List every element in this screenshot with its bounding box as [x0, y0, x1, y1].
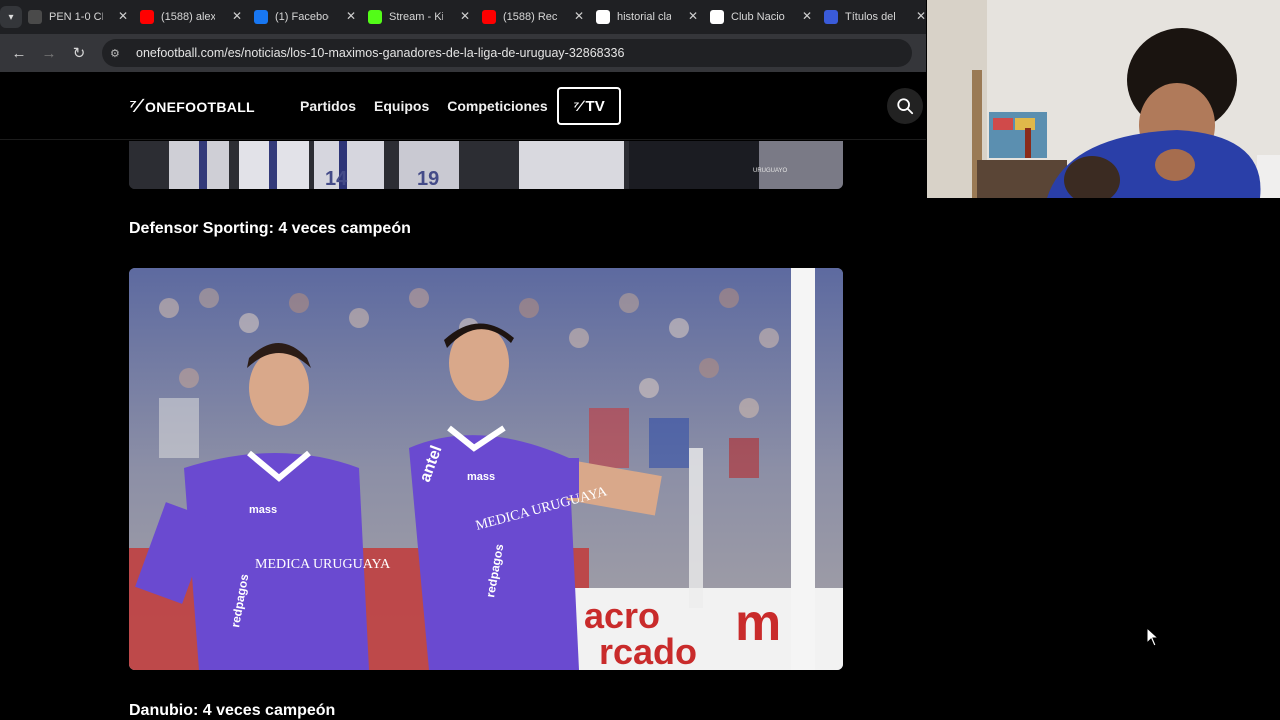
browser-tab-title: Stream - Ki [389, 11, 443, 23]
browser-tab[interactable]: Títulos del ✕ [818, 0, 932, 34]
browser-tab-title: Club Nacion [731, 11, 785, 23]
ad-board-logo: m [735, 594, 781, 652]
tab-strip: ▾ PEN 1-0 CLU✕(1588) alex✕(1) Faceboo✕St… [0, 0, 926, 34]
article-image-defensor: acro rcado m mass MEDICA URUGUAYA redpag… [129, 268, 843, 670]
google-icon [596, 10, 610, 24]
tab-search-button[interactable]: ▾ [0, 0, 22, 34]
webcam-overlay [927, 0, 1280, 198]
back-button[interactable]: ← [4, 34, 34, 72]
club-crest-icon [824, 10, 838, 24]
tv-logo-icon: ⁷∕ [573, 97, 582, 115]
close-tab-icon[interactable]: ✕ [802, 9, 812, 23]
browser-tab-title: (1588) alex [161, 11, 215, 23]
site-icon [28, 10, 42, 24]
section-heading: Danubio: 4 veces campeón [129, 702, 336, 719]
main-nav: Partidos Equipos Competiciones [300, 98, 548, 114]
shirt-sponsor: MEDICA URUGUAYA [255, 557, 391, 572]
browser-tab-title: (1588) Reco [503, 11, 557, 23]
chevron-down-icon: ▾ [0, 6, 22, 28]
shirt-brand: mass [249, 504, 277, 516]
shirt-brand: mass [467, 471, 495, 483]
nav-partidos[interactable]: Partidos [300, 98, 356, 114]
browser-tab-title: Títulos del [845, 11, 896, 23]
arrow-right-icon: → [41, 44, 57, 62]
arrow-left-icon: ← [11, 44, 27, 62]
onefootball-logo[interactable]: ⁷∕ ONEFOOTBALL [129, 97, 255, 116]
logo-mark-icon: ⁷∕ [129, 96, 141, 117]
close-tab-icon[interactable]: ✕ [460, 9, 470, 23]
site-header: ⁷∕ ONEFOOTBALL Partidos Equipos Competic… [0, 72, 926, 140]
browser-tab[interactable]: Club Nacion ✕ [704, 0, 818, 34]
reload-button[interactable]: ↻ [64, 34, 94, 72]
browser-tab[interactable]: PEN 1-0 CLU ✕ [22, 0, 134, 34]
reload-icon: ↻ [72, 45, 86, 62]
site-info-icon[interactable]: ⚙ [110, 47, 128, 60]
nav-competiciones[interactable]: Competiciones [447, 98, 547, 114]
search-icon [897, 98, 914, 115]
previous-article-image: 14 19 URUGUAYO [129, 141, 843, 189]
browser-tab-title: (1) Faceboo [275, 11, 329, 23]
browser-tab[interactable]: historial cla ✕ [590, 0, 704, 34]
kick-icon [368, 10, 382, 24]
close-tab-icon[interactable]: ✕ [232, 9, 242, 23]
nav-equipos[interactable]: Equipos [374, 98, 429, 114]
jersey-number: 19 [417, 168, 439, 189]
close-tab-icon[interactable]: ✕ [118, 9, 128, 23]
browser-tab[interactable]: (1588) Reco ✕ [476, 0, 590, 34]
facebook-icon [254, 10, 268, 24]
close-tab-icon[interactable]: ✕ [574, 9, 584, 23]
league-logo-text: URUGUAYO [753, 168, 788, 174]
close-tab-icon[interactable]: ✕ [346, 9, 356, 23]
wikipedia-icon [710, 10, 724, 24]
browser-tab[interactable]: Stream - Ki ✕ [362, 0, 476, 34]
tv-button[interactable]: ⁷∕ TV [557, 87, 621, 125]
section-heading: Defensor Sporting: 4 veces campeón [129, 220, 411, 237]
address-bar-row: ← → ↻ ⚙ onefootball.com/es/noticias/los-… [0, 34, 926, 72]
mouse-cursor-icon [1146, 627, 1160, 647]
search-button[interactable] [887, 88, 923, 124]
tv-label: TV [585, 97, 605, 115]
url-text: onefootball.com/es/noticias/los-10-maxim… [136, 46, 625, 60]
logo-text: ONEFOOTBALL [145, 98, 255, 115]
browser-tab[interactable]: (1588) alex ✕ [134, 0, 248, 34]
browser-tab-title: historial cla [617, 11, 671, 23]
forward-button[interactable]: → [34, 34, 64, 72]
url-field[interactable]: ⚙ onefootball.com/es/noticias/los-10-max… [102, 39, 912, 67]
ad-board-text: rcado [599, 631, 697, 670]
ad-board-text: acro [584, 595, 660, 636]
browser-tab-title: PEN 1-0 CLU [49, 11, 103, 23]
close-tab-icon[interactable]: ✕ [688, 9, 698, 23]
close-tab-icon[interactable]: ✕ [916, 9, 926, 23]
jersey-number: 14 [325, 168, 348, 189]
youtube-icon [140, 10, 154, 24]
browser-tab[interactable]: (1) Faceboo ✕ [248, 0, 362, 34]
youtube-icon [482, 10, 496, 24]
